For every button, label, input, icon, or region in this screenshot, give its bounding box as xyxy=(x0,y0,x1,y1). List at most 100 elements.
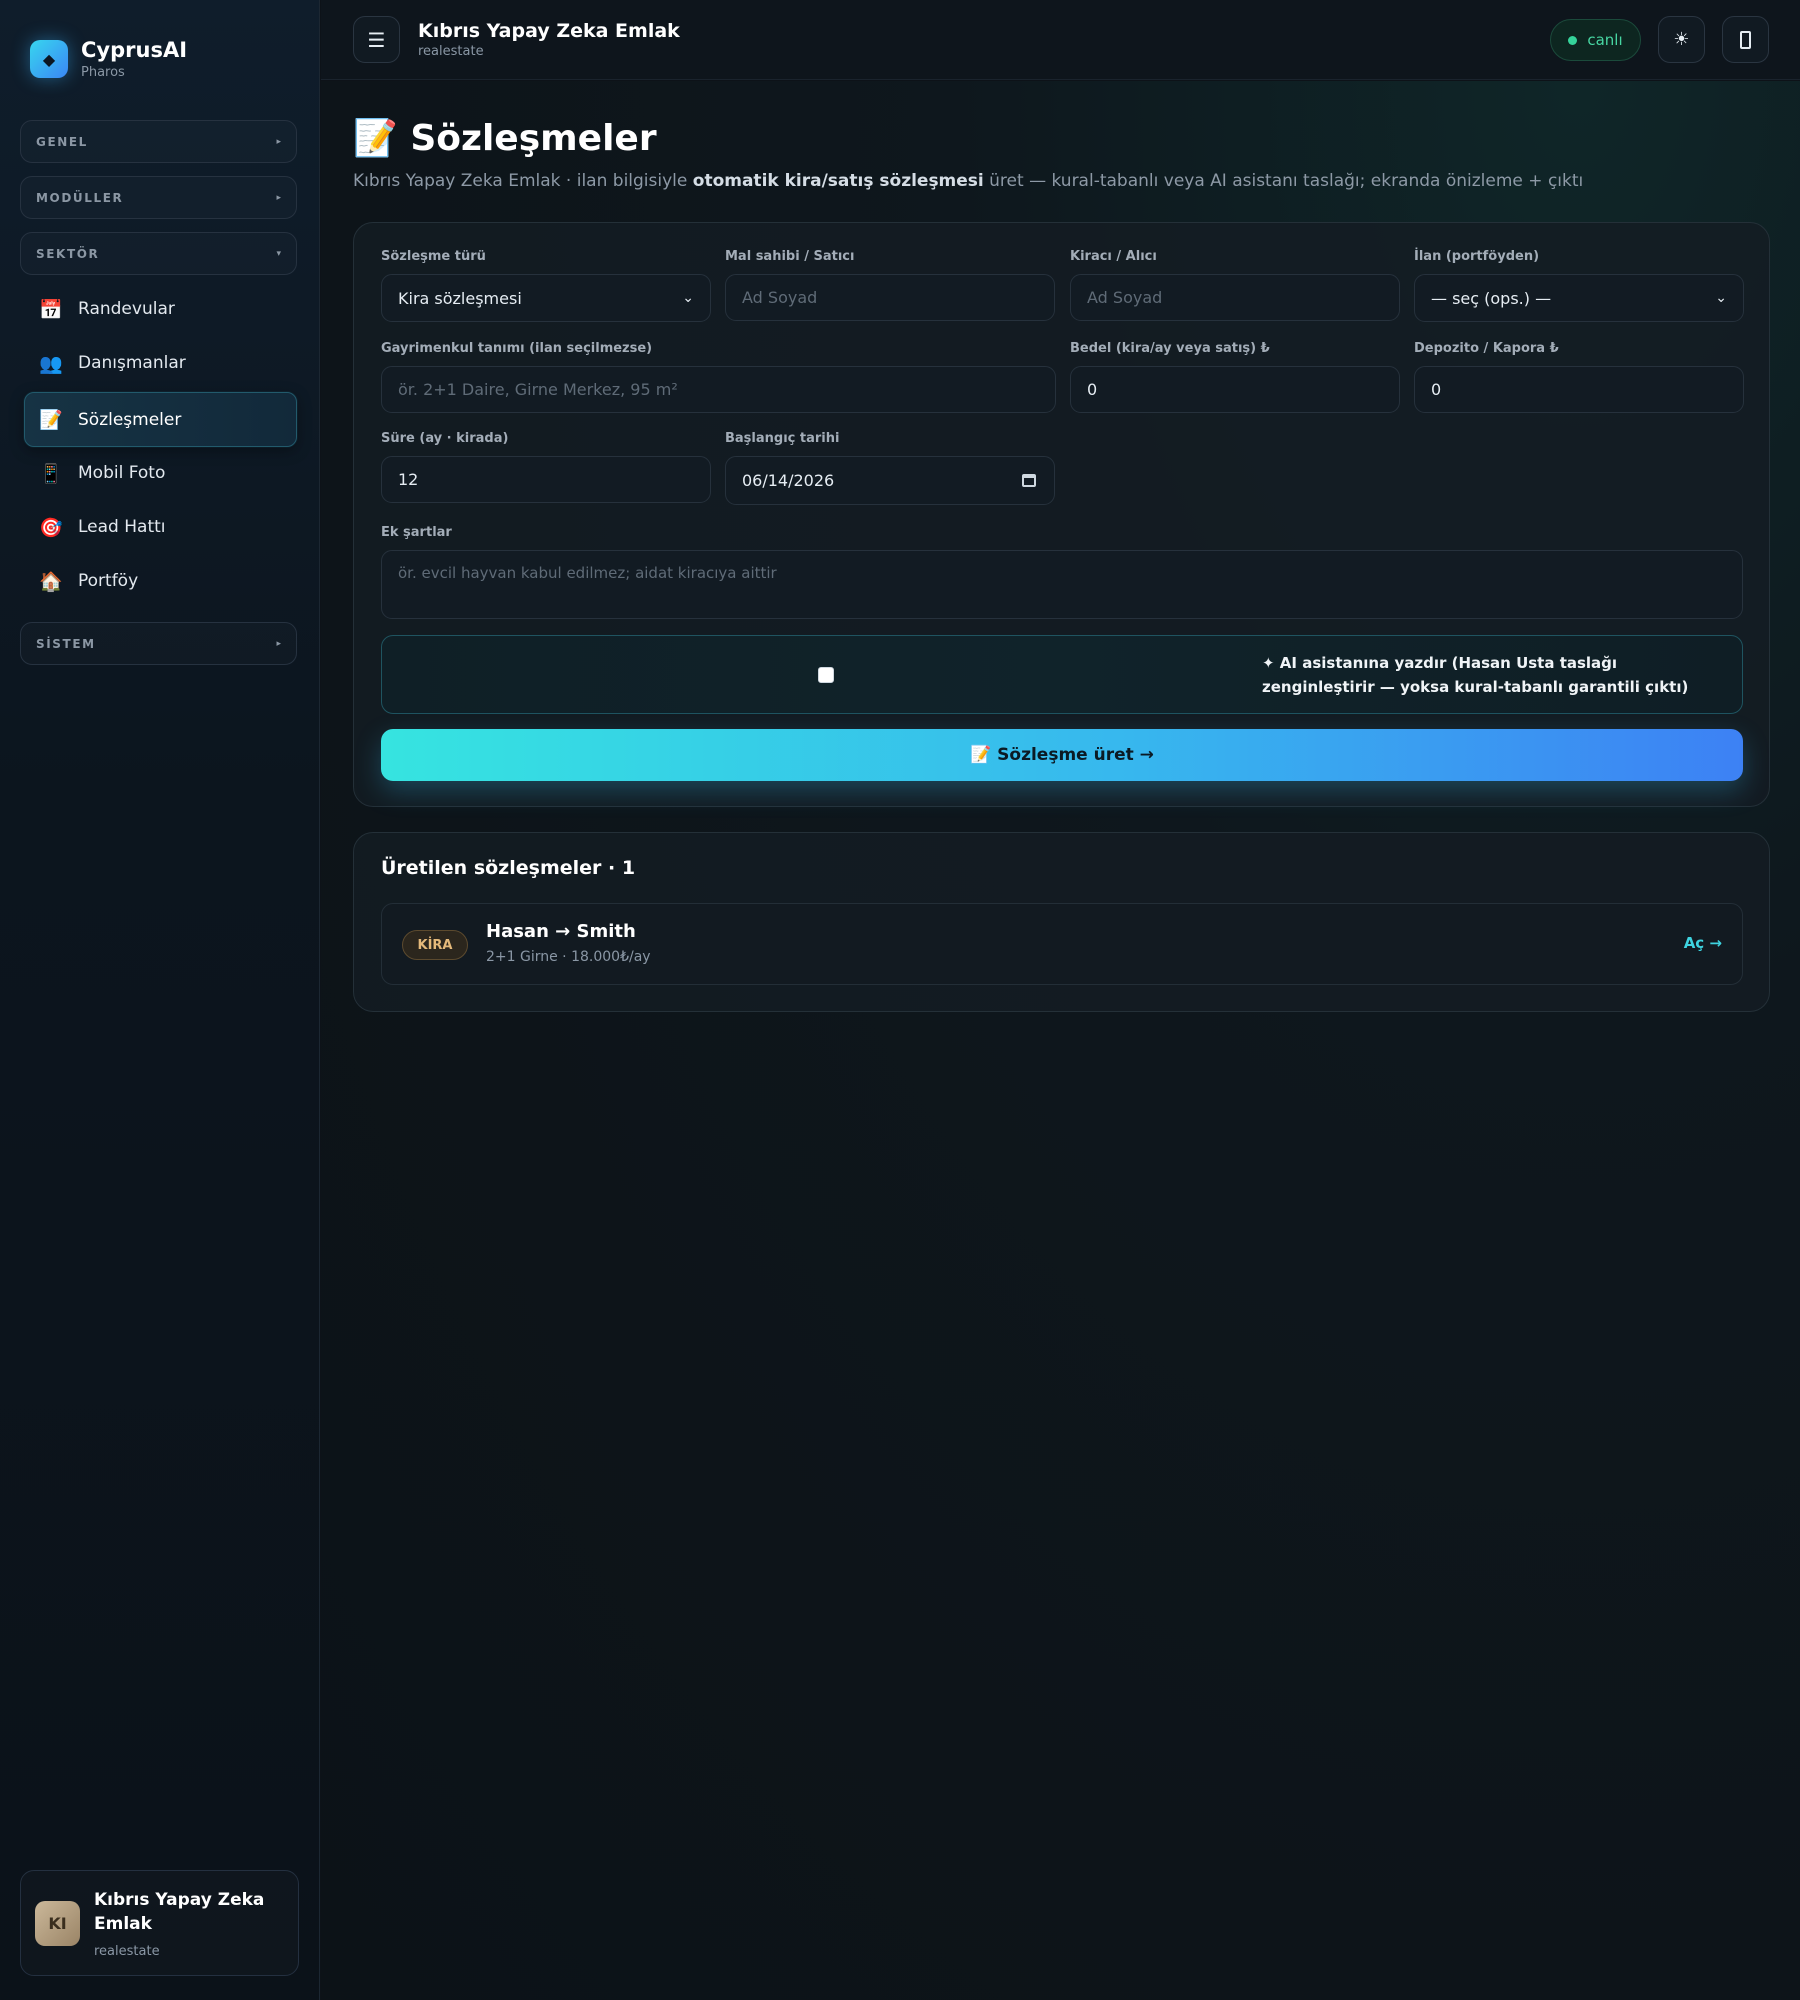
sidebar-item-randevular[interactable]: 📅 Randevular xyxy=(24,283,297,335)
menu-button[interactable]: ☰ xyxy=(353,16,400,63)
page-description: Kıbrıs Yapay Zeka Emlak · ilan bilgisiyl… xyxy=(353,171,1753,191)
topbar: ☰ Kıbrıs Yapay Zeka Emlak realestate can… xyxy=(321,0,1800,80)
workspace-subtitle: realestate xyxy=(418,44,484,59)
contract-type-label: Sözleşme türü xyxy=(381,249,486,264)
deposit-label: Depozito / Kapora ₺ xyxy=(1414,341,1559,356)
deposit-input[interactable]: 0 xyxy=(1414,366,1744,413)
contracts-title: Üretilen sözleşmeler · 1 xyxy=(381,857,636,879)
main-content: 📝 Sözleşmeler Kıbrıs Yapay Zeka Emlak · … xyxy=(321,81,1800,2000)
brand-subtitle: Pharos xyxy=(81,65,125,80)
sidebar-item-label: Portföy xyxy=(78,571,139,591)
owner-placeholder: Ad Soyad xyxy=(742,288,818,307)
status-badge: canlı xyxy=(1550,19,1641,61)
sidebar-item-danismanlar[interactable]: 👥 Danışmanlar xyxy=(24,337,297,389)
price-value: 0 xyxy=(1087,380,1098,399)
listing-label: İlan (portföyden) xyxy=(1414,249,1540,264)
section-label: MODÜLLER xyxy=(36,190,124,205)
calendar-icon[interactable] xyxy=(1022,474,1036,487)
people-icon: 👥 xyxy=(39,352,63,375)
calendar-icon: 📅 xyxy=(39,298,63,321)
avatar: KI xyxy=(35,1900,80,1946)
deposit-value: 0 xyxy=(1431,380,1442,399)
phone-icon xyxy=(1740,30,1751,49)
desc-text: Kıbrıs Yapay Zeka Emlak · ilan bilgisiyl… xyxy=(353,171,693,191)
brand-logo-icon: ◆ xyxy=(30,40,68,78)
sidebar-item-lead-hatti[interactable]: 🎯 Lead Hattı xyxy=(24,501,297,553)
org-name: Kıbrıs Yapay Zeka Emlak xyxy=(94,1889,265,1934)
section-label: GENEL xyxy=(36,134,88,149)
contract-form: Sözleşme türü Kira sözleşmesi ⌄ Mal sahi… xyxy=(353,222,1770,807)
mobile-phone-icon: 📱 xyxy=(39,462,63,485)
ai-option-label: ✦ AI asistanına yazdır (Hasan Usta tasla… xyxy=(1262,654,1689,696)
contract-type-badge: KİRA xyxy=(402,930,468,960)
property-placeholder: ör. 2+1 Daire, Girne Merkez, 95 m² xyxy=(398,380,678,399)
contract-type-select[interactable]: Kira sözleşmesi ⌄ xyxy=(381,274,711,322)
chevron-down-icon: ⌄ xyxy=(1715,290,1727,306)
price-input[interactable]: 0 xyxy=(1070,366,1400,413)
extra-terms-textarea[interactable]: ör. evcil hayvan kabul edilmez; aidat ki… xyxy=(381,550,1743,619)
theme-toggle-button[interactable]: ☀ xyxy=(1658,16,1705,63)
duration-input[interactable]: 12 xyxy=(381,456,711,503)
sidebar-item-label: Sözleşmeler xyxy=(78,409,182,430)
tenant-placeholder: Ad Soyad xyxy=(1087,288,1163,307)
hamburger-icon: ☰ xyxy=(367,27,386,52)
tenant-input[interactable]: Ad Soyad xyxy=(1070,274,1400,321)
page-title: 📝 Sözleşmeler xyxy=(353,118,657,159)
owner-input[interactable]: Ad Soyad xyxy=(725,274,1055,321)
price-label: Bedel (kira/ay veya satış) ₺ xyxy=(1070,341,1270,356)
contract-type-value: Kira sözleşmesi xyxy=(398,288,522,308)
contract-parties: Hasan → Smith xyxy=(486,921,636,942)
contract-summary: 2+1 Girne · 18.000₺/ay xyxy=(486,949,651,965)
owner-label: Mal sahibi / Satıcı xyxy=(725,249,855,264)
sidebar-item-label: Mobil Foto xyxy=(78,463,166,483)
mobile-view-button[interactable] xyxy=(1722,16,1769,63)
sidebar-item-label: Randevular xyxy=(78,299,175,319)
sidebar-item-sozlesmeler[interactable]: 📝 Sözleşmeler xyxy=(24,392,297,447)
sidebar: ◆ CyprusAI Pharos GENEL ▸ MODÜLLER ▸ SEK… xyxy=(0,0,320,2000)
sidebar-item-label: Lead Hattı xyxy=(78,517,166,537)
extra-terms-placeholder: ör. evcil hayvan kabul edilmez; aidat ki… xyxy=(398,564,777,582)
caret-right-icon: ▸ xyxy=(276,136,281,147)
desc-text: üret — kural-tabanlı veya AI asistanı ta… xyxy=(983,171,1584,191)
status-label: canlı xyxy=(1587,31,1623,49)
section-sistem[interactable]: SİSTEM ▸ xyxy=(20,622,297,665)
caret-right-icon: ▸ xyxy=(276,192,281,203)
generate-contract-button[interactable]: 📝 Sözleşme üret → xyxy=(381,729,1743,781)
caret-right-icon: ▸ xyxy=(276,638,281,649)
org-card[interactable]: KI Kıbrıs Yapay Zeka Emlak realestate xyxy=(20,1870,299,1976)
section-label: SEKTÖR xyxy=(36,246,100,261)
listing-select[interactable]: — seç (ops.) — ⌄ xyxy=(1414,274,1744,322)
extra-terms-label: Ek şartlar xyxy=(381,525,452,540)
sidebar-item-portfoy[interactable]: 🏠 Portföy xyxy=(24,555,297,607)
start-date-input[interactable]: 06/14/2026 xyxy=(725,456,1055,505)
section-label: SİSTEM xyxy=(36,636,96,651)
generated-contracts: Üretilen sözleşmeler · 1 KİRA Hasan → Sm… xyxy=(353,832,1770,1012)
duration-value: 12 xyxy=(398,470,419,489)
workspace-title: Kıbrıs Yapay Zeka Emlak xyxy=(418,20,680,42)
brand-name: CyprusAI xyxy=(81,38,188,62)
org-subtitle: realestate xyxy=(94,1943,160,1959)
duration-label: Süre (ay · kirada) xyxy=(381,431,509,446)
list-item[interactable]: KİRA Hasan → Smith 2+1 Girne · 18.000₺/a… xyxy=(381,903,1743,985)
desc-bold: otomatik kira/satış sözleşmesi xyxy=(692,171,984,191)
section-genel[interactable]: GENEL ▸ xyxy=(20,120,297,163)
house-icon: 🏠 xyxy=(39,570,63,593)
start-date-label: Başlangıç tarihi xyxy=(725,431,840,446)
open-contract-link[interactable]: Aç → xyxy=(1684,934,1722,952)
ai-option-checkbox[interactable] xyxy=(818,667,834,683)
property-input[interactable]: ör. 2+1 Daire, Girne Merkez, 95 m² xyxy=(381,366,1056,413)
ai-option-box[interactable]: ✦ AI asistanına yazdır (Hasan Usta tasla… xyxy=(381,635,1743,714)
section-sektor[interactable]: SEKTÖR ▾ xyxy=(20,232,297,275)
property-label: Gayrimenkul tanımı (ilan seçilmezse) xyxy=(381,341,653,356)
memo-icon: 📝 xyxy=(39,409,63,431)
sun-icon: ☀ xyxy=(1673,29,1690,50)
target-icon: 🎯 xyxy=(39,516,63,539)
brand[interactable]: ◆ CyprusAI Pharos xyxy=(30,38,187,80)
start-date-value: 06/14/2026 xyxy=(742,471,835,490)
sidebar-item-mobil-foto[interactable]: 📱 Mobil Foto xyxy=(24,447,297,499)
live-dot-icon xyxy=(1568,35,1578,45)
tenant-label: Kiracı / Alıcı xyxy=(1070,249,1157,264)
chevron-down-icon: ⌄ xyxy=(682,290,694,306)
section-moduller[interactable]: MODÜLLER ▸ xyxy=(20,176,297,219)
caret-down-icon: ▾ xyxy=(276,248,281,259)
